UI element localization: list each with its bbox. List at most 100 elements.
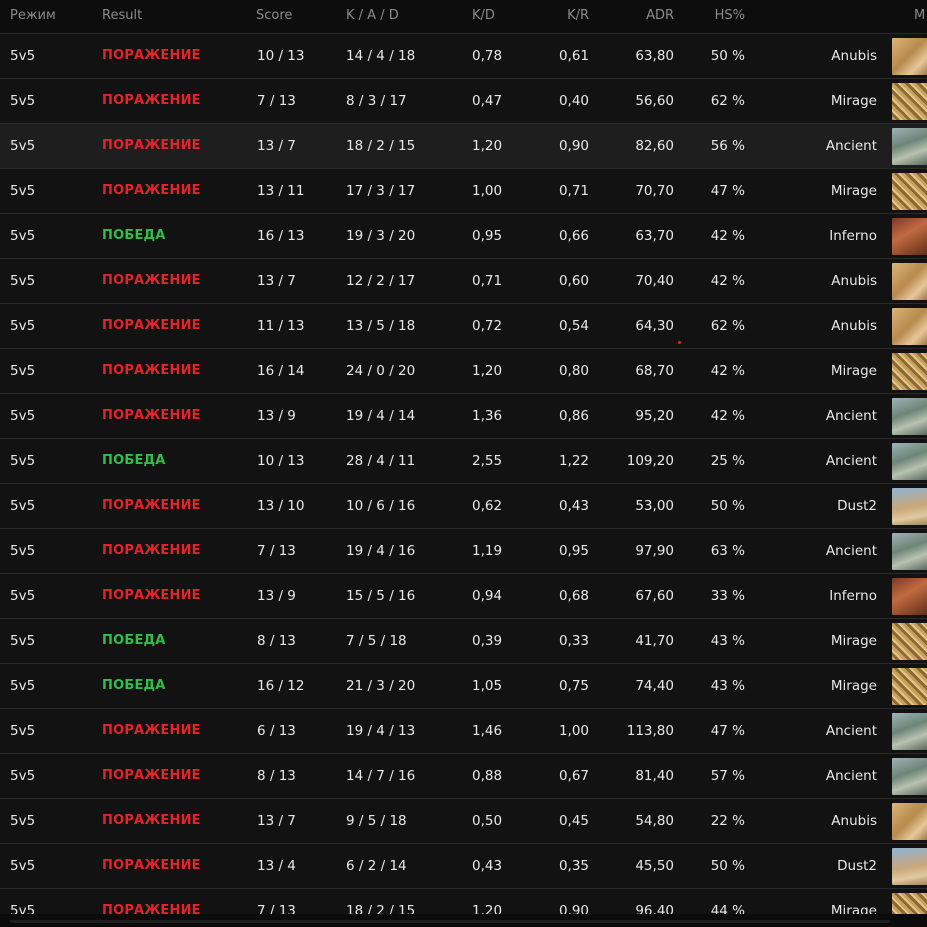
kr-cell: 1,00 (558, 723, 589, 739)
score-cell: 16 / 14 (257, 363, 305, 379)
header-hs[interactable]: HS% (715, 8, 745, 23)
kr-cell: 0,61 (558, 48, 589, 64)
table-row[interactable]: 5v5 ПОРАЖЕНИЕ 13 / 9 19 / 4 / 14 1,36 0,86 95,… (0, 394, 927, 439)
header-kad[interactable]: K / A / D (346, 8, 399, 23)
table-row[interactable]: 5v5 ПОРАЖЕНИЕ 13 / 7 12 / 2 / 17 0,71 0,60 70,… (0, 259, 927, 304)
mode-cell: 5v5 (10, 93, 36, 109)
table-row[interactable]: 5v5 ПОРАЖЕНИЕ 7 / 13 19 / 4 / 16 1,19 0,95 97,… (0, 529, 927, 574)
adr-cell: 70,40 (635, 273, 674, 289)
table-row[interactable]: 5v5 ПОБЕДА 16 / 12 21 / 3 / 20 1,05 0,75 74,40… (0, 664, 927, 709)
table-row[interactable]: 5v5 ПОРАЖЕНИЕ 13 / 7 18 / 2 / 15 1,20 0,90 82,… (0, 124, 927, 169)
result-cell: ПОРАЖЕНИЕ (102, 408, 201, 423)
result-cell: ПОБЕДА (102, 228, 166, 243)
hs-cell: 50 % (710, 48, 745, 64)
table-row[interactable]: 5v5 ПОРАЖЕНИЕ 6 / 13 19 / 4 / 13 1,46 1,00 113… (0, 709, 927, 754)
table-row[interactable]: 5v5 ПОБЕДА 16 / 13 19 / 3 / 20 0,95 0,66 63,70… (0, 214, 927, 259)
header-score[interactable]: Score (256, 8, 292, 23)
table-row[interactable]: 5v5 ПОРАЖЕНИЕ 13 / 4 6 / 2 / 14 0,43 0,35 45,5… (0, 844, 927, 889)
kd-cell: 0,50 (472, 813, 503, 829)
kd-cell: 0,88 (472, 768, 503, 784)
hs-cell: 42 % (710, 363, 745, 379)
map-name-cell: Anubis (831, 48, 877, 64)
map-thumbnail-icon (892, 758, 927, 795)
table-row[interactable]: 5v5 ПОРАЖЕНИЕ 8 / 13 14 / 7 / 16 0,88 0,67 81,… (0, 754, 927, 799)
kr-cell: 0,68 (558, 588, 589, 604)
adr-cell: 81,40 (635, 768, 674, 784)
kr-cell: 0,75 (558, 678, 589, 694)
table-row[interactable]: 5v5 ПОРАЖЕНИЕ 10 / 13 14 / 4 / 18 0,78 0,61 63… (0, 34, 927, 79)
table-row[interactable]: 5v5 ПОРАЖЕНИЕ 13 / 9 15 / 5 / 16 0,94 0,68 67,… (0, 574, 927, 619)
kr-cell: 0,90 (558, 138, 589, 154)
kr-cell: 0,86 (558, 408, 589, 424)
map-name-cell: Ancient (825, 138, 877, 154)
match-history-table: Режим Result Score K / A / D K/D K/R ADR… (0, 0, 927, 927)
kd-cell: 1,19 (472, 543, 503, 559)
header-map[interactable]: M (914, 8, 925, 23)
map-thumbnail-icon (892, 803, 927, 840)
hs-cell: 50 % (710, 858, 745, 874)
adr-cell: 63,70 (635, 228, 674, 244)
result-cell: ПОРАЖЕНИЕ (102, 273, 201, 288)
map-thumbnail-icon (892, 353, 927, 390)
header-adr[interactable]: ADR (646, 8, 674, 23)
score-cell: 8 / 13 (257, 768, 296, 784)
header-result[interactable]: Result (102, 8, 142, 23)
map-name-cell: Ancient (825, 453, 877, 469)
map-thumbnail-icon (892, 38, 927, 75)
header-kr[interactable]: K/R (567, 8, 589, 23)
hs-cell: 63 % (710, 543, 745, 559)
adr-cell: 54,80 (635, 813, 674, 829)
kd-cell: 1,05 (472, 678, 503, 694)
mode-cell: 5v5 (10, 453, 36, 469)
table-row[interactable]: 5v5 ПОБЕДА 10 / 13 28 / 4 / 11 2,55 1,22 109,2… (0, 439, 927, 484)
table-row[interactable]: 5v5 ПОРАЖЕНИЕ 13 / 10 10 / 6 / 16 0,62 0,43 53… (0, 484, 927, 529)
map-thumbnail-icon (892, 443, 927, 480)
kd-cell: 0,43 (472, 858, 503, 874)
kr-cell: 0,95 (558, 543, 589, 559)
map-name-cell: Mirage (830, 363, 877, 379)
kad-cell: 28 / 4 / 11 (346, 453, 416, 469)
adr-cell: 109,20 (626, 453, 674, 469)
mode-cell: 5v5 (10, 138, 36, 154)
table-row[interactable]: 5v5 ПОРАЖЕНИЕ 7 / 13 8 / 3 / 17 0,47 0,40 56,6… (0, 79, 927, 124)
kr-cell: 0,80 (558, 363, 589, 379)
scrollbar-thumb[interactable] (10, 920, 890, 923)
map-thumbnail-icon (892, 128, 927, 165)
adr-cell: 70,70 (635, 183, 674, 199)
table-row[interactable]: 5v5 ПОБЕДА 8 / 13 7 / 5 / 18 0,39 0,33 41,70 43… (0, 619, 927, 664)
score-cell: 16 / 12 (257, 678, 305, 694)
table-header: Режим Result Score K / A / D K/D K/R ADR… (0, 0, 927, 34)
result-cell: ПОБЕДА (102, 678, 166, 693)
kr-cell: 0,33 (558, 633, 589, 649)
kd-cell: 1,00 (472, 183, 503, 199)
kr-cell: 0,60 (558, 273, 589, 289)
mode-cell: 5v5 (10, 228, 36, 244)
result-cell: ПОРАЖЕНИЕ (102, 318, 201, 333)
kd-cell: 2,55 (472, 453, 503, 469)
result-cell: ПОРАЖЕНИЕ (102, 768, 201, 783)
result-cell: ПОБЕДА (102, 453, 166, 468)
map-name-cell: Ancient (825, 543, 877, 559)
kad-cell: 14 / 4 / 18 (346, 48, 416, 64)
score-cell: 16 / 13 (257, 228, 305, 244)
table-row[interactable]: 5v5 ПОРАЖЕНИЕ 16 / 14 24 / 0 / 20 1,20 0,80 68… (0, 349, 927, 394)
map-name-cell: Anubis (831, 273, 877, 289)
kr-cell: 0,45 (558, 813, 589, 829)
result-cell: ПОРАЖЕНИЕ (102, 813, 201, 828)
mode-cell: 5v5 (10, 498, 36, 514)
horizontal-scrollbar[interactable] (0, 914, 927, 927)
mode-cell: 5v5 (10, 48, 36, 64)
kad-cell: 9 / 5 / 18 (346, 813, 407, 829)
table-row[interactable]: 5v5 ПОРАЖЕНИЕ 13 / 7 9 / 5 / 18 0,50 0,45 54,8… (0, 799, 927, 844)
kd-cell: 0,62 (472, 498, 503, 514)
header-kd[interactable]: K/D (472, 8, 495, 23)
hs-cell: 57 % (710, 768, 745, 784)
adr-cell: 97,90 (635, 543, 674, 559)
adr-cell: 68,70 (635, 363, 674, 379)
table-row[interactable]: 5v5 ПОРАЖЕНИЕ 13 / 11 17 / 3 / 17 1,00 0,71 70… (0, 169, 927, 214)
map-name-cell: Ancient (825, 723, 877, 739)
header-mode[interactable]: Режим (10, 8, 56, 23)
kr-cell: 0,54 (558, 318, 589, 334)
table-row[interactable]: 5v5 ПОРАЖЕНИЕ 11 / 13 13 / 5 / 18 0,72 0,54 64… (0, 304, 927, 349)
map-thumbnail-icon (892, 578, 927, 615)
